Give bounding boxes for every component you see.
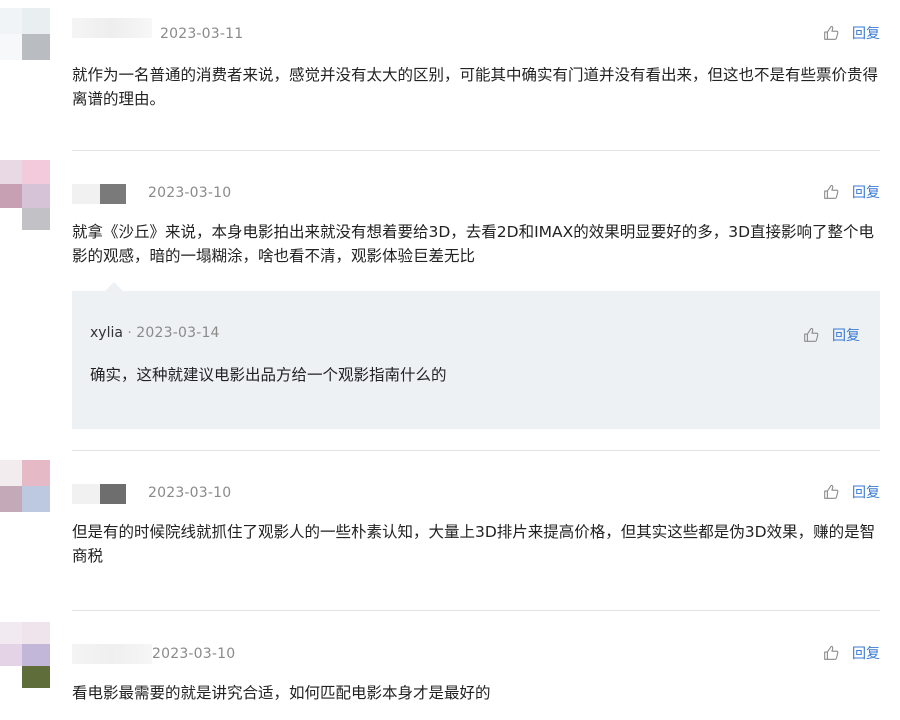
avatar[interactable] [0, 460, 50, 530]
divider [72, 150, 880, 151]
reply-button[interactable]: 回复 [852, 23, 880, 43]
comment-text: 就作为一名普通的消费者来说，感觉并没有太大的区别，可能其中确实有门道并没有看出来… [72, 66, 879, 108]
reply-date: 2023-03-14 [136, 325, 220, 341]
reply-button[interactable]: 回复 [852, 482, 880, 502]
reply-button[interactable]: 回复 [832, 325, 860, 345]
reply-username[interactable]: xylia [90, 325, 123, 341]
comment-date: 2023-03-10 [152, 646, 236, 662]
username-blurred[interactable] [100, 184, 126, 204]
reply-meta: xylia · 2023-03-14 [90, 325, 220, 341]
nested-reply: xylia · 2023-03-14 回复 确实，这种就建议电影出品方给一个观影… [72, 282, 880, 429]
comment-text: 看电影最需要的就是讲究合适，如何匹配电影本身才是最好的 [72, 684, 491, 702]
avatar[interactable] [0, 622, 50, 692]
comment-date: 2023-03-10 [148, 185, 232, 201]
divider [72, 450, 880, 451]
thumbs-up-icon[interactable] [822, 24, 840, 42]
thumbs-up-icon[interactable] [822, 183, 840, 201]
avatar[interactable] [0, 160, 50, 230]
username-blurred[interactable] [72, 644, 152, 664]
reply-arrow [104, 282, 124, 292]
comment-text: 就拿《沙丘》来说，本身电影拍出来就没有想着要给3D，去看2D和IMAX的效果明显… [72, 223, 875, 265]
username-blurred[interactable] [100, 484, 126, 504]
reply-button[interactable]: 回复 [852, 182, 880, 202]
avatar[interactable] [0, 8, 50, 78]
reply-button[interactable]: 回复 [852, 643, 880, 663]
comment-date: 2023-03-10 [148, 485, 232, 501]
thumbs-up-icon[interactable] [822, 644, 840, 662]
username-blurred[interactable] [72, 484, 100, 504]
thumbs-up-icon[interactable] [822, 483, 840, 501]
username-blurred[interactable] [72, 18, 152, 38]
reply-text: 确实，这种就建议电影出品方给一个观影指南什么的 [90, 366, 447, 384]
comment-text: 但是有的时候院线就抓住了观影人的一些朴素认知，大量上3D排片来提高价格，但其实这… [72, 523, 876, 565]
thumbs-up-icon[interactable] [802, 326, 820, 344]
reply-separator: · [127, 325, 132, 341]
comment-date: 2023-03-11 [160, 26, 244, 42]
divider [72, 610, 880, 611]
